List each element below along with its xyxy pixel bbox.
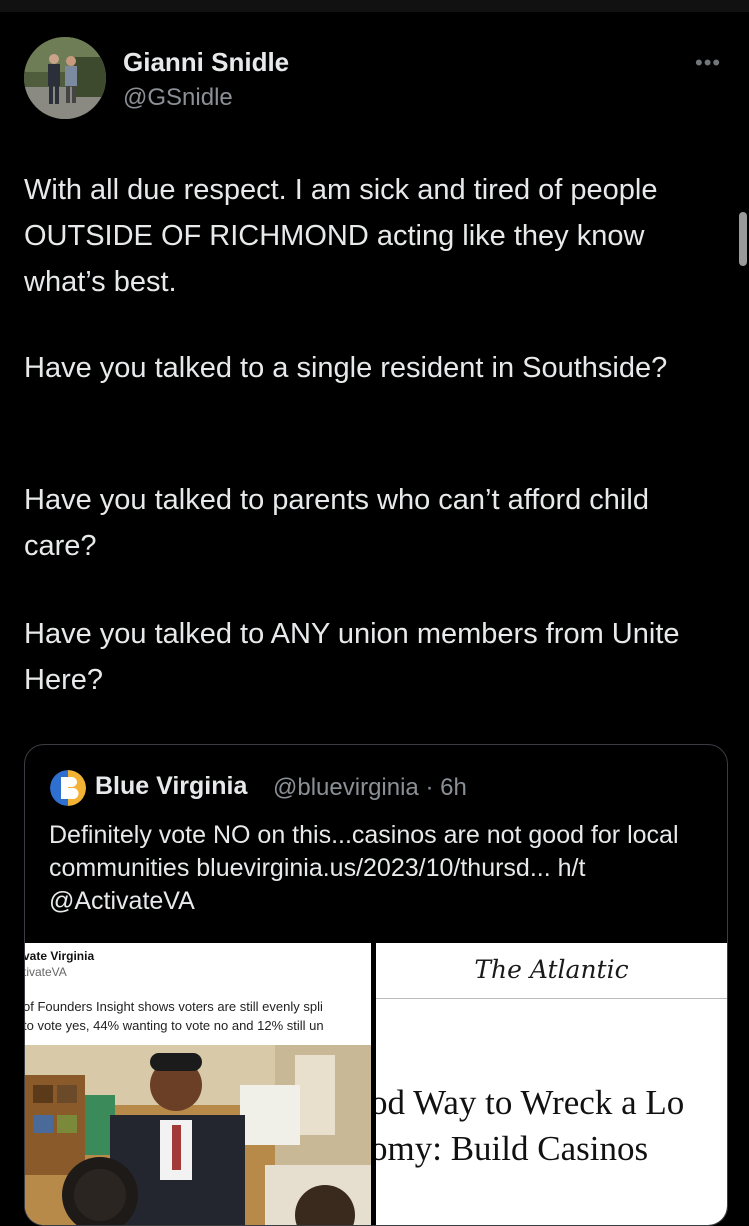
- article-headline-line: od Way to Wreck a Lo: [376, 1083, 685, 1122]
- author-name[interactable]: Gianni Snidle: [123, 47, 289, 78]
- quoted-tweet-text: Definitely vote NO on this...casinos are…: [49, 821, 679, 915]
- embedded-tweet-name: vate Virginia: [25, 949, 95, 963]
- quoted-tweet[interactable]: Blue Virginia @bluevirginia · 6h Definit…: [24, 744, 728, 1226]
- publication-title: The Atlantic: [474, 955, 629, 984]
- author-handle[interactable]: @GSnidle: [123, 84, 233, 112]
- embedded-tweet-line: of Founders Insight shows voters are sti…: [25, 999, 323, 1014]
- scrollbar[interactable]: [739, 212, 747, 266]
- tweet-paragraph: Have you talked to ANY union members fro…: [24, 618, 680, 696]
- embedded-tweet-text: of Founders Insight shows voters are sti…: [25, 997, 371, 1035]
- tweet-paragraph: Have you talked to a single resident in …: [24, 352, 668, 384]
- media-image-left[interactable]: vate Virginia tivateVA of Founders Insig…: [25, 943, 371, 1225]
- blue-virginia-logo-icon: [50, 770, 86, 806]
- tweet-paragraph: With all due respect. I am sick and tire…: [24, 174, 658, 298]
- classroom-photo: [25, 1045, 371, 1225]
- avatar[interactable]: [24, 37, 106, 119]
- embedded-tweet-handle: tivateVA: [25, 965, 67, 979]
- article-headline-line: omy: Build Casinos: [376, 1129, 649, 1168]
- quoted-author-name[interactable]: Blue Virginia: [95, 772, 247, 801]
- embedded-tweet-line: to vote yes, 44% wanting to vote no and …: [25, 1018, 324, 1033]
- quoted-author-meta: @bluevirginia · 6h: [273, 774, 467, 801]
- more-options-icon[interactable]: •••: [695, 50, 721, 76]
- media-image-right[interactable]: The Atlantic od Way to Wreck a Lo omy: B…: [376, 943, 727, 1225]
- tweet-paragraph: Have you talked to parents who can’t aff…: [24, 484, 649, 562]
- divider: [376, 998, 727, 999]
- status-bar: [0, 0, 749, 12]
